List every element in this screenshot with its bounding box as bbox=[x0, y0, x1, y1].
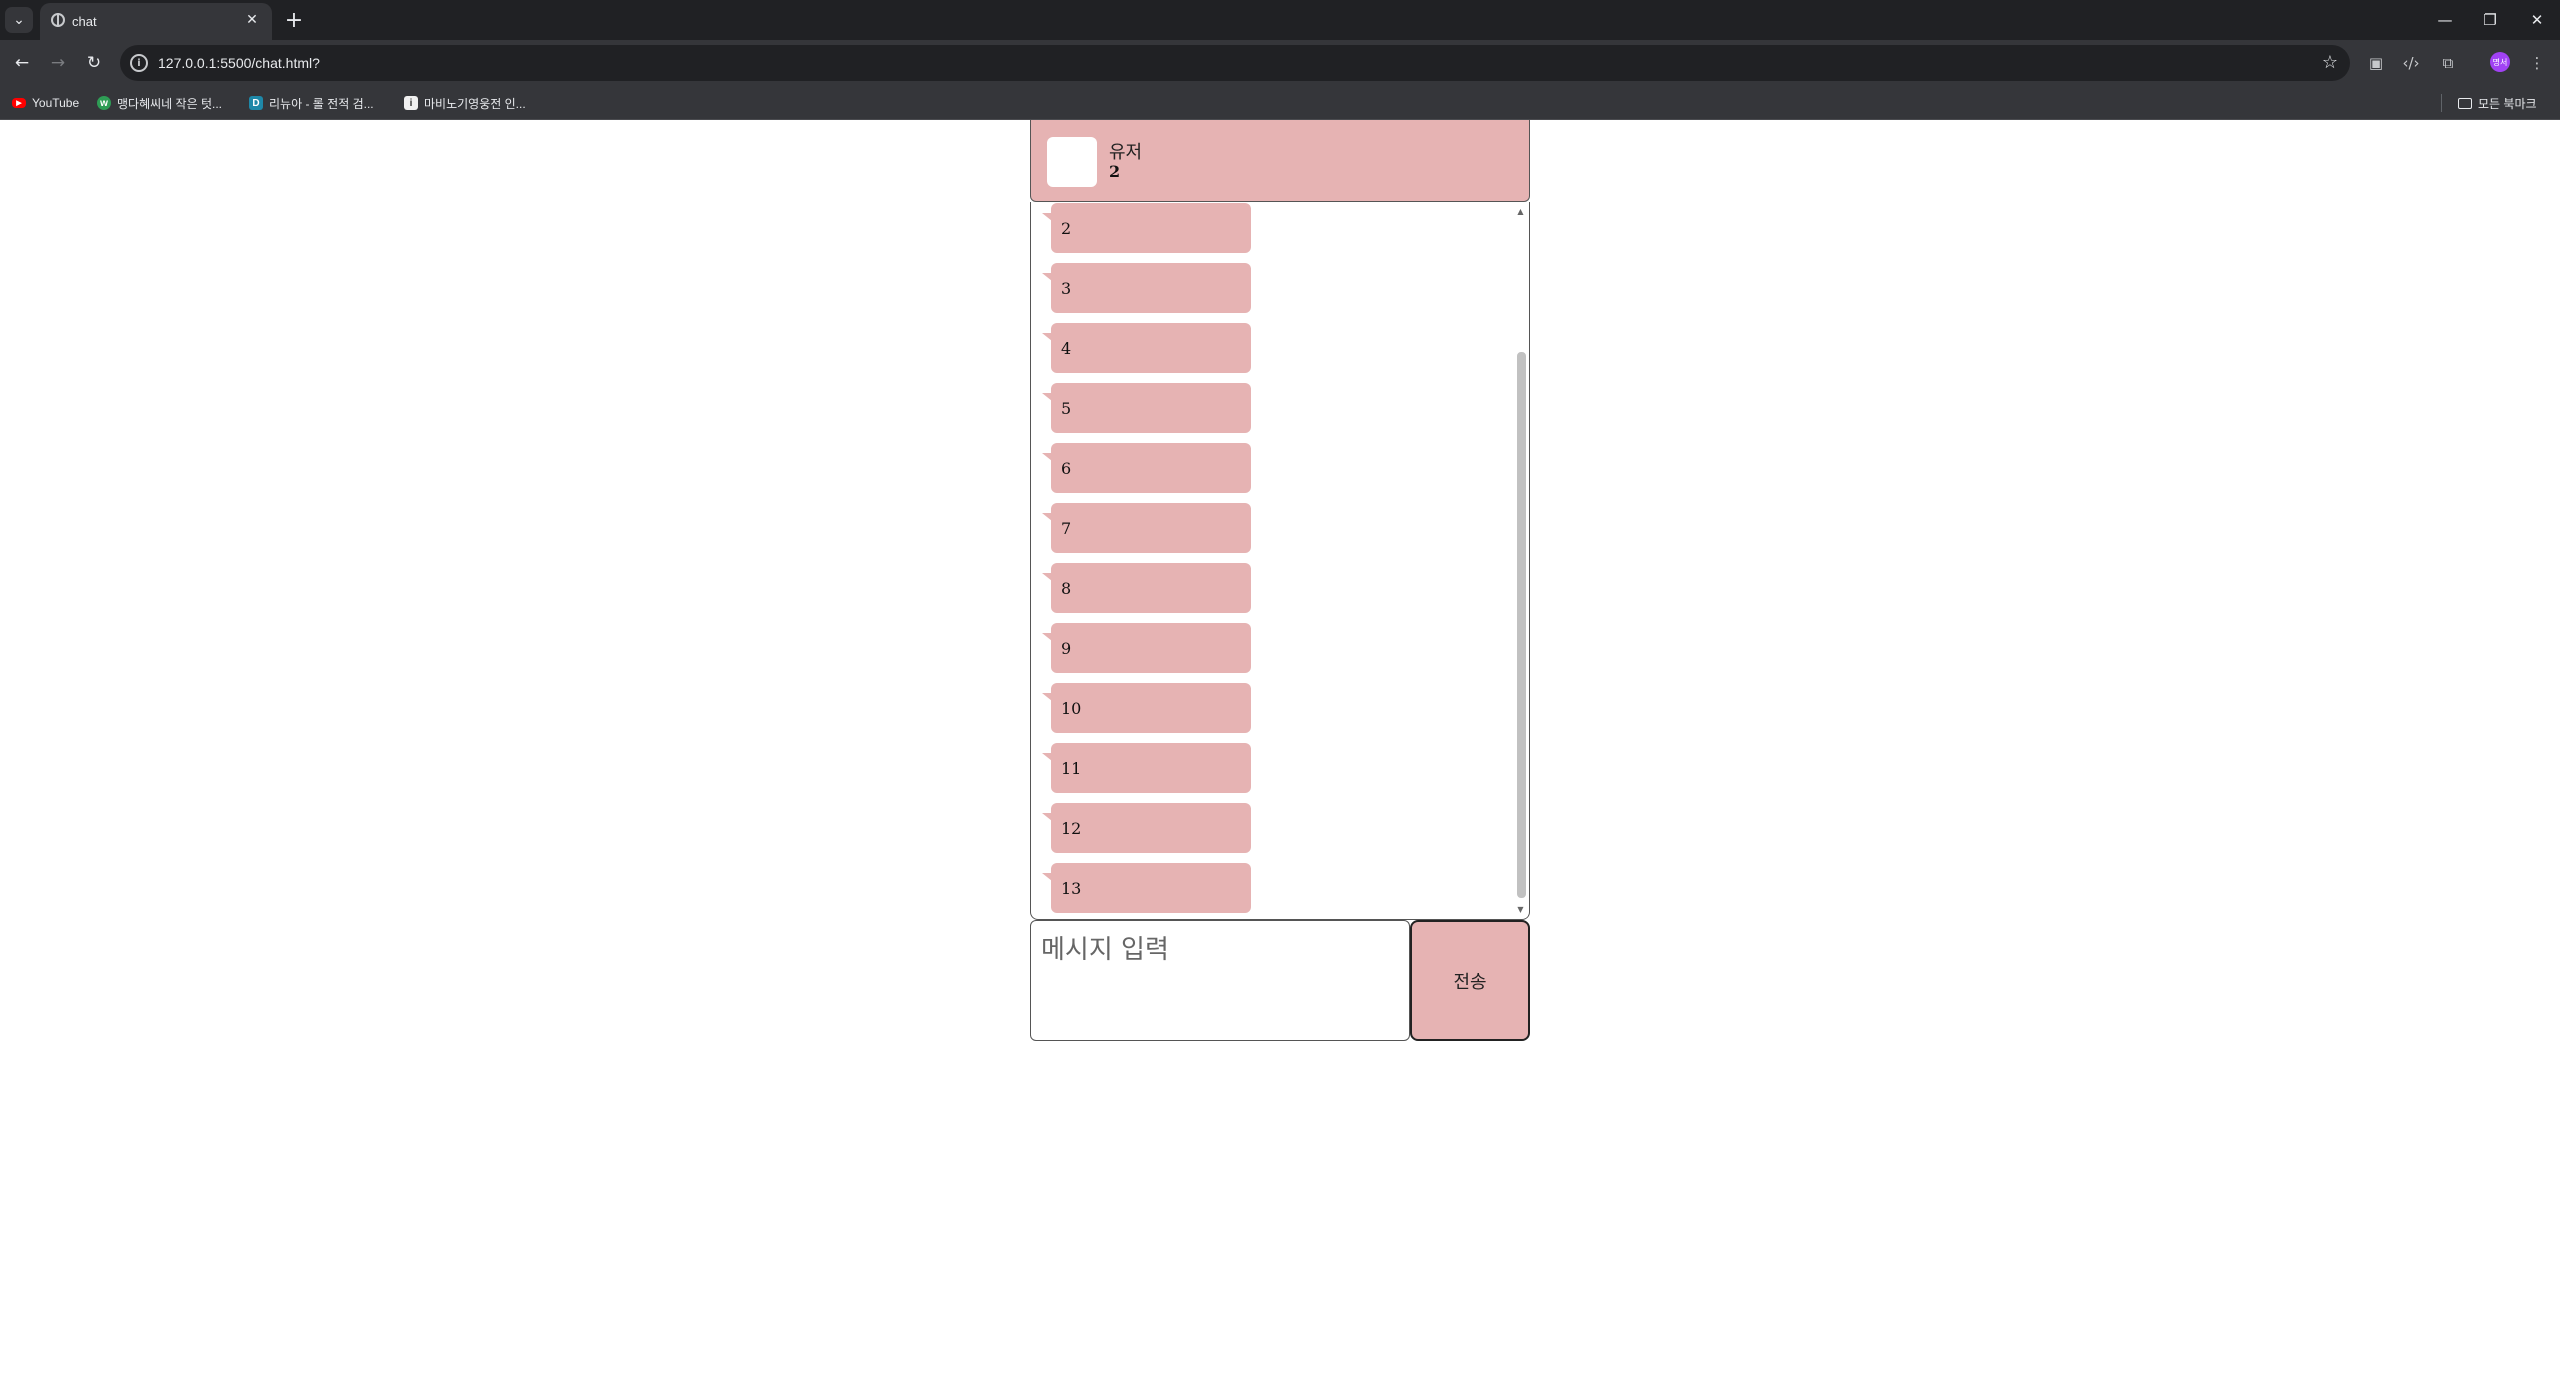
avatar bbox=[1047, 137, 1097, 187]
bookmark-youtube[interactable]: ▶ YouTube bbox=[12, 95, 79, 111]
message-bubble: 8 bbox=[1042, 563, 1251, 613]
message-area[interactable]: 2 3 4 5 6 7 8 9 10 11 12 13 ▲ ▼ bbox=[1030, 202, 1530, 920]
globe-icon bbox=[51, 13, 65, 27]
message-bubble: 3 bbox=[1042, 263, 1251, 313]
message-bubble: 5 bbox=[1042, 383, 1251, 433]
tab-chat[interactable]: chat ✕ bbox=[40, 3, 272, 40]
folder-icon bbox=[2458, 97, 2472, 109]
message-bubble: 9 bbox=[1042, 623, 1251, 673]
message-text: 12 bbox=[1061, 819, 1082, 838]
new-tab-button[interactable]: + bbox=[282, 8, 306, 33]
extensions-puzzle-icon[interactable]: ⧉ bbox=[2437, 52, 2459, 74]
url-text[interactable]: 127.0.0.1:5500/chat.html? bbox=[158, 55, 320, 71]
menu-kebab-icon[interactable]: ⋮ bbox=[2526, 52, 2548, 74]
message-list: 2 3 4 5 6 7 8 9 10 11 12 13 bbox=[1031, 202, 1515, 919]
bookmark-label: 리뉴아 - 롤 전적 검... bbox=[269, 96, 374, 111]
message-bubble: 2 bbox=[1042, 203, 1251, 253]
message-bubble: 10 bbox=[1042, 683, 1251, 733]
message-text: 7 bbox=[1061, 519, 1072, 538]
bookmark-label: YouTube bbox=[32, 96, 80, 110]
chat-user-name: 유저 bbox=[1109, 142, 1143, 163]
message-scrollbar[interactable]: ▲ ▼ bbox=[1513, 202, 1528, 918]
w-icon: i bbox=[404, 96, 418, 110]
chat-app: 유저 2 2 3 4 5 6 7 8 9 10 11 12 13 ▲ ▼ 전송 bbox=[1030, 120, 1530, 1041]
bookmark-label: 마비노기영웅전 인... bbox=[424, 96, 526, 111]
message-text: 3 bbox=[1061, 279, 1072, 298]
message-text: 2 bbox=[1061, 219, 1072, 238]
bookmark-star-icon[interactable]: ☆ bbox=[2322, 52, 2338, 73]
message-text: 4 bbox=[1061, 339, 1072, 358]
send-button[interactable]: 전송 bbox=[1410, 920, 1530, 1041]
message-bubble: 6 bbox=[1042, 443, 1251, 493]
bookmark-4[interactable]: i 마비노기영웅전 인... bbox=[404, 95, 526, 111]
profile-avatar[interactable]: 명서 bbox=[2490, 52, 2510, 72]
message-bubble: 13 bbox=[1042, 863, 1251, 913]
all-bookmarks-label: 모든 북마크 bbox=[2478, 96, 2537, 111]
tab-close-icon[interactable]: ✕ bbox=[242, 10, 262, 30]
chat-header: 유저 2 bbox=[1030, 120, 1530, 202]
message-bubble: 4 bbox=[1042, 323, 1251, 373]
message-text: 8 bbox=[1061, 579, 1072, 598]
youtube-icon: ▶ bbox=[12, 98, 26, 108]
extension-icon[interactable]: ▣ bbox=[2365, 52, 2387, 74]
scroll-down-arrow-icon[interactable]: ▼ bbox=[1513, 902, 1528, 916]
bookmark-2[interactable]: w 맹다혜씨네 작은 텃... bbox=[97, 95, 222, 111]
all-bookmarks[interactable]: 모든 북마크 bbox=[2458, 95, 2537, 111]
message-text: 13 bbox=[1061, 879, 1082, 898]
message-bubble: 12 bbox=[1042, 803, 1251, 853]
chat-user-subtitle: 2 bbox=[1109, 162, 1121, 181]
d-icon: D bbox=[249, 96, 263, 110]
message-text: 10 bbox=[1061, 699, 1082, 718]
forward-arrow-icon[interactable]: → bbox=[45, 50, 71, 76]
reload-icon[interactable]: ↻ bbox=[81, 50, 107, 76]
message-input[interactable] bbox=[1030, 920, 1410, 1041]
window-close-icon[interactable]: ✕ bbox=[2522, 8, 2552, 32]
back-arrow-icon[interactable]: ← bbox=[9, 50, 35, 76]
scroll-up-arrow-icon[interactable]: ▲ bbox=[1513, 204, 1528, 218]
bookmark-label: 맹다혜씨네 작은 텃... bbox=[117, 96, 222, 111]
green-circle-icon: w bbox=[97, 96, 111, 110]
bookmarks-bar: ▶ YouTube w 맹다혜씨네 작은 텃... D 리뉴아 - 롤 전적 검… bbox=[0, 86, 2560, 120]
site-info-icon[interactable]: i bbox=[130, 54, 148, 72]
tab-search-chevron-icon[interactable]: ⌄ bbox=[5, 7, 33, 33]
message-text: 11 bbox=[1061, 759, 1082, 778]
restore-icon[interactable]: ❐ bbox=[2475, 8, 2505, 32]
minimize-icon[interactable]: — bbox=[2430, 8, 2460, 32]
bookmark-divider bbox=[2441, 94, 2442, 112]
message-bubble: 7 bbox=[1042, 503, 1251, 553]
tab-title: chat bbox=[72, 14, 97, 29]
bookmark-3[interactable]: D 리뉴아 - 롤 전적 검... bbox=[249, 95, 374, 111]
devtools-code-icon[interactable]: ‹/› bbox=[2400, 52, 2422, 74]
message-bubble: 11 bbox=[1042, 743, 1251, 793]
scroll-thumb[interactable] bbox=[1517, 352, 1526, 898]
browser-toolbar: ← → ↻ i 127.0.0.1:5500/chat.html? ☆ ▣ ‹/… bbox=[0, 40, 2560, 86]
message-text: 5 bbox=[1061, 399, 1072, 418]
message-text: 9 bbox=[1061, 639, 1072, 658]
message-text: 6 bbox=[1061, 459, 1072, 478]
input-row: 전송 bbox=[1030, 920, 1530, 1041]
tab-strip: ⌄ chat ✕ + — ❐ ✕ bbox=[0, 0, 2560, 40]
address-bar[interactable]: i 127.0.0.1:5500/chat.html? ☆ bbox=[120, 45, 2350, 81]
